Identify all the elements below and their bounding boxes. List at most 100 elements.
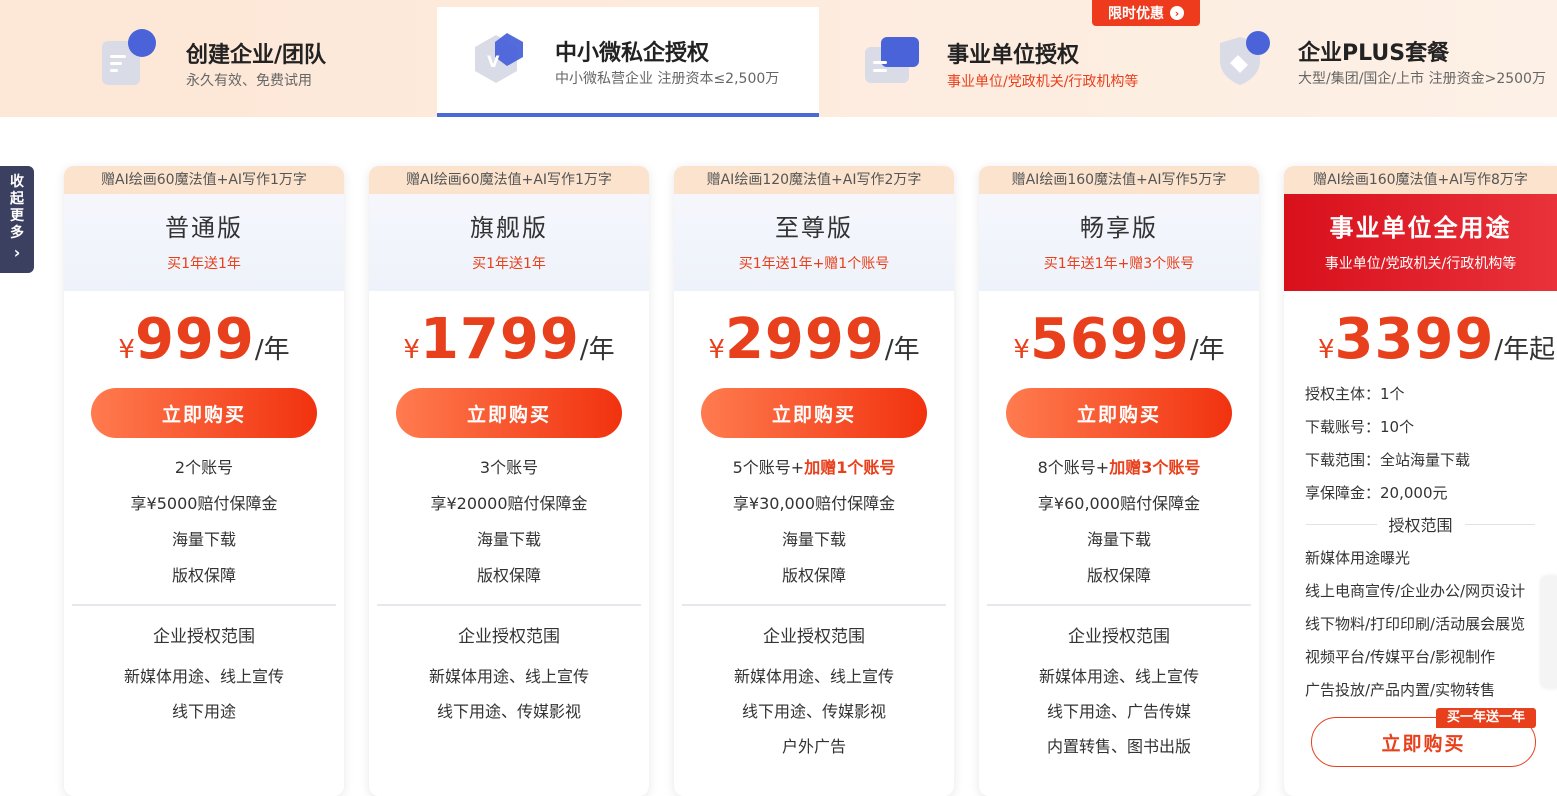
tab-subtitle: 大型/集团/国企/上市 注册资金>2500万 bbox=[1298, 71, 1546, 87]
feature-item: 享¥60,000赔付保障金 bbox=[1037, 494, 1201, 513]
license-tabs: 创建企业/团队 永久有效、免费试用 V 中小微私企授权 中小微私营企业 注册资本… bbox=[0, 0, 1557, 117]
scope-item: 广告投放/产品内置/实物转售 bbox=[1305, 681, 1496, 699]
scope-item: 新媒体用途曝光 bbox=[1305, 549, 1411, 567]
plan-promo: 买1年送1年 bbox=[167, 256, 241, 272]
plan-price: ¥2999/年 bbox=[674, 307, 954, 372]
feature-item: 版权保障 bbox=[781, 566, 846, 585]
tab-subtitle: 事业单位/党政机关/行政机构等 bbox=[947, 74, 1139, 90]
currency-symbol: ¥ bbox=[403, 335, 420, 365]
plan-header: 畅享版 买1年送1年+赠3个账号 bbox=[979, 194, 1259, 291]
scope-item: 新媒体用途、线上宣传 bbox=[1038, 667, 1199, 686]
feature-list: 5个账号+加赠1个账号 享¥30,000赔付保障金 海量下载 版权保障 bbox=[674, 450, 954, 594]
tab-title: 企业PLUS套餐 bbox=[1298, 41, 1450, 66]
feature-list: 8个账号+加赠3个账号 享¥60,000赔付保障金 海量下载 版权保障 bbox=[979, 450, 1259, 594]
scope-list: 新媒体用途、线上宣传 线下用途 bbox=[64, 659, 344, 729]
scope-item: 线下用途 bbox=[171, 702, 236, 721]
buy-now-button[interactable]: 立即购买 bbox=[1006, 388, 1232, 438]
price-value: 1799 bbox=[419, 307, 580, 372]
price-value: 3399 bbox=[1334, 307, 1495, 372]
price-value: 2999 bbox=[724, 307, 885, 372]
promo-badge-label: 限时优惠 bbox=[1108, 6, 1164, 22]
scope-title: 授权范围 bbox=[1306, 510, 1535, 538]
scope-item: 新媒体用途、线上宣传 bbox=[428, 667, 589, 686]
price-unit: /年 bbox=[254, 335, 290, 365]
scope-item: 线下用途、广告传媒 bbox=[1046, 702, 1191, 721]
plan-promo: 买1年送1年+赠3个账号 bbox=[1043, 256, 1195, 272]
account-bonus: 加赠3个账号 bbox=[1109, 458, 1201, 477]
account-base: 5个账号+ bbox=[732, 458, 805, 477]
plan-price: ¥3399/年起 bbox=[1284, 307, 1557, 372]
scope-list: 新媒体用途、线上宣传 线下用途、传媒影视 bbox=[369, 659, 649, 729]
plan-promo: 事业单位/党政机关/行政机构等 bbox=[1324, 256, 1517, 272]
plan-name: 事业单位全用途 bbox=[1329, 214, 1512, 242]
price-unit: /年 bbox=[884, 335, 920, 365]
divider bbox=[72, 604, 336, 606]
plan-card-basic: 赠AI绘画60魔法值+AI写作1万字 普通版 买1年送1年 ¥999/年 立即购… bbox=[64, 166, 344, 796]
detail-item: 享保障金：20,000元 bbox=[1305, 484, 1448, 502]
account-bonus: 加赠1个账号 bbox=[804, 458, 896, 477]
feature-item-accounts: 8个账号+加赠3个账号 bbox=[979, 450, 1259, 486]
currency-symbol: ¥ bbox=[1013, 335, 1030, 365]
scope-item: 户外广告 bbox=[781, 737, 846, 756]
side-toolbar-handle[interactable] bbox=[1541, 576, 1557, 688]
price-value: 999 bbox=[134, 307, 255, 372]
scope-item: 新媒体用途、线上宣传 bbox=[733, 667, 894, 686]
plan-card-premium: 赠AI绘画120魔法值+AI写作2万字 至尊版 买1年送1年+赠1个账号 ¥29… bbox=[674, 166, 954, 796]
scope-item: 视频平台/传媒平台/影视制作 bbox=[1305, 648, 1496, 666]
buy-now-button[interactable]: 立即购买 bbox=[396, 388, 622, 438]
tab-enterprise-plus[interactable]: 企业PLUS套餐 大型/集团/国企/上市 注册资金>2500万 bbox=[1200, 7, 1557, 117]
plan-price: ¥999/年 bbox=[64, 307, 344, 372]
price-unit: /年起 bbox=[1494, 335, 1556, 365]
feature-item: 享¥30,000赔付保障金 bbox=[732, 494, 896, 513]
plan-price: ¥1799/年 bbox=[369, 307, 649, 372]
price-unit: /年 bbox=[1189, 335, 1225, 365]
plan-name: 旗舰版 bbox=[470, 214, 548, 242]
plan-header: 至尊版 买1年送1年+赠1个账号 bbox=[674, 194, 954, 291]
tab-title: 事业单位授权 bbox=[947, 43, 1080, 68]
feature-item: 海量下载 bbox=[171, 530, 236, 549]
feature-item: 享¥20000赔付保障金 bbox=[430, 494, 588, 513]
feature-item: 版权保障 bbox=[476, 566, 541, 585]
shield-icon bbox=[1220, 31, 1270, 85]
feature-item: 3个账号 bbox=[479, 458, 539, 477]
currency-symbol: ¥ bbox=[708, 335, 725, 365]
plan-card-public-institution: 赠AI绘画160魔法值+AI写作8万字 事业单位全用途 事业单位/党政机关/行政… bbox=[1284, 166, 1557, 796]
buy-one-get-one-badge: 买一年送一年 bbox=[1436, 708, 1536, 728]
plan-name: 普通版 bbox=[165, 214, 243, 242]
tab-create-team[interactable]: 创建企业/团队 永久有效、免费试用 bbox=[0, 7, 437, 117]
detail-item: 授权主体：1个 bbox=[1305, 385, 1405, 403]
tab-subtitle: 永久有效、免费试用 bbox=[186, 73, 312, 89]
gift-banner: 赠AI绘画120魔法值+AI写作2万字 bbox=[674, 166, 954, 194]
plan-card-enjoy: 赠AI绘画160魔法值+AI写作5万字 畅享版 买1年送1年+赠3个账号 ¥56… bbox=[979, 166, 1259, 796]
collapse-more-label: 收起更多 bbox=[10, 174, 24, 241]
plan-name: 至尊版 bbox=[775, 214, 853, 242]
buy-now-button[interactable]: 立即购买 bbox=[91, 388, 317, 438]
scope-title: 企业授权范围 bbox=[763, 627, 865, 647]
scope-item: 新媒体用途、线上宣传 bbox=[123, 667, 284, 686]
price-value: 5699 bbox=[1029, 307, 1190, 372]
gift-banner: 赠AI绘画60魔法值+AI写作1万字 bbox=[369, 166, 649, 194]
chevron-right-icon: › bbox=[1170, 6, 1184, 20]
price-unit: /年 bbox=[579, 335, 615, 365]
scope-item: 线下物料/打印印刷/活动展会展览 bbox=[1305, 615, 1526, 633]
divider bbox=[377, 604, 641, 606]
feature-item: 海量下载 bbox=[476, 530, 541, 549]
currency-symbol: ¥ bbox=[1318, 335, 1335, 365]
plan-promo: 买1年送1年+赠1个账号 bbox=[738, 256, 890, 272]
tab-small-private[interactable]: V 中小微私企授权 中小微私营企业 注册资本≤2,500万 bbox=[437, 7, 819, 117]
feature-item-accounts: 5个账号+加赠1个账号 bbox=[674, 450, 954, 486]
scope-list: 新媒体用途曝光 线上电商宣传/企业办公/网页设计 线下物料/打印印刷/活动展会展… bbox=[1284, 542, 1557, 707]
scope-list: 新媒体用途、线上宣传 线下用途、传媒影视 户外广告 bbox=[674, 659, 954, 764]
account-base: 8个账号+ bbox=[1037, 458, 1110, 477]
tab-title: 中小微私企授权 bbox=[555, 41, 710, 66]
svg-text:V: V bbox=[487, 52, 500, 71]
scope-title: 企业授权范围 bbox=[458, 627, 560, 647]
scope-item: 线下用途、传媒影视 bbox=[741, 702, 886, 721]
collapse-more-panel[interactable]: 收起更多 › bbox=[0, 166, 34, 273]
detail-list: 授权主体：1个 下载账号：10个 下载范围：全站海量下载 享保障金：20,000… bbox=[1284, 378, 1557, 510]
plan-header: 旗舰版 买1年送1年 bbox=[369, 194, 649, 291]
feature-item: 海量下载 bbox=[1086, 530, 1151, 549]
buy-now-button[interactable]: 立即购买 bbox=[701, 388, 927, 438]
limited-offer-badge: 限时优惠 › bbox=[1092, 0, 1200, 26]
plan-promo: 买1年送1年 bbox=[472, 256, 546, 272]
